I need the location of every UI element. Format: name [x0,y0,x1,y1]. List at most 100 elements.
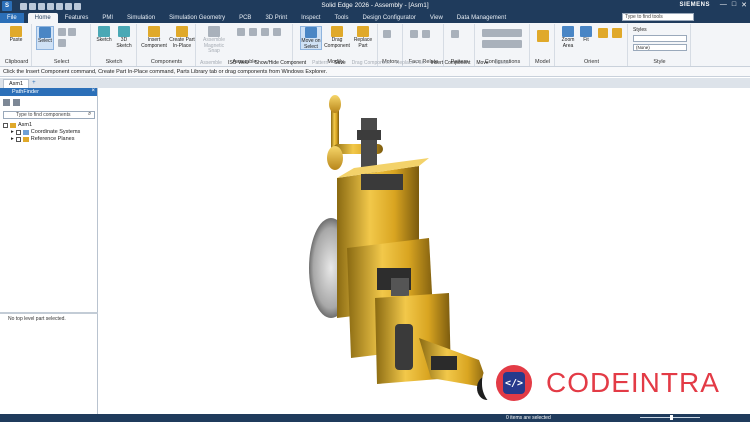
sketch-group-label: Sketch [105,59,123,65]
tab-pmi[interactable]: PMI [95,13,120,23]
tree-item-asm1[interactable]: Asm1 [3,122,80,129]
new-icon[interactable] [20,2,27,10]
pathfinder-divider[interactable] [0,312,98,314]
mate-icon[interactable] [249,28,257,36]
tab-view[interactable]: View [423,13,450,23]
pathfinder-panel: PathFinder × Type to find components ⌕ A… [0,88,98,414]
pattern-icon[interactable] [451,30,459,38]
print-icon[interactable] [47,2,54,10]
tree-item-reference-planes[interactable]: ▸ Reference Planes [3,136,80,143]
expand-icon[interactable]: ▸ [11,136,14,143]
select-box-icon[interactable] [58,39,66,47]
tree-item-label: Asm1 [18,122,33,128]
handle-part[interactable] [327,95,383,174]
iso-view-icon[interactable] [598,28,608,38]
save-icon[interactable] [38,2,45,10]
magnetic-snap-button[interactable]: Assemble Magnetic Snap [199,26,229,55]
insert-component-icon [148,26,160,37]
filter-icon[interactable] [13,99,20,106]
motor-icon[interactable] [383,30,391,38]
magnet-icon [208,26,220,37]
insert-component-button[interactable]: Insert Component [140,26,168,49]
cmd-replace-part[interactable]: Replace Part [396,60,425,66]
create-part-in-place-button[interactable]: Create Part In-Place [168,26,196,49]
cmd-insert-component[interactable]: Insert Component [431,60,471,66]
zoom-area-button[interactable]: Zoom Area [558,26,578,49]
tab-tools[interactable]: Tools [327,13,355,23]
face-relate-icon[interactable] [410,30,418,38]
sketch-button[interactable]: Sketch [94,26,114,44]
select-button[interactable]: Select [36,26,54,50]
checkbox-icon[interactable] [15,130,21,135]
tab-inspect[interactable]: Inspect [294,13,327,23]
style-group-label: Style [653,59,666,65]
tab-simulation-geometry[interactable]: Simulation Geometry [162,13,232,23]
view-cube-icon[interactable] [612,28,622,38]
tab-3d-print[interactable]: 3D Print [258,13,294,23]
insert-icon[interactable] [273,28,281,36]
quick-access-toolbar [20,2,81,10]
align-icon[interactable] [261,28,269,36]
cmd-delete[interactable]: Delete [495,60,509,66]
paste-icon [10,26,22,37]
cmd-iso-view[interactable]: ISO View [228,60,249,66]
configuration-dropdown[interactable] [482,29,522,37]
select-filter-icon[interactable] [68,28,76,36]
cmd-show-hide[interactable]: Show/Hide Component [255,60,306,66]
customize-icon[interactable] [74,2,81,10]
group-model: Model [531,24,555,66]
tab-pcb[interactable]: PCB [232,13,258,23]
move-on-select-icon [305,27,317,38]
checkbox-icon[interactable] [15,137,21,142]
open-icon[interactable] [29,2,36,10]
tab-file[interactable]: File [0,13,24,23]
tab-home[interactable]: Home [27,13,58,23]
search-icon[interactable]: ⌕ [88,111,91,118]
face-move-icon[interactable] [422,30,430,38]
tab-simulation[interactable]: Simulation [120,13,162,23]
close-button[interactable]: ✕ [741,1,747,9]
3d-sketch-button[interactable]: 3D Sketch [114,26,134,49]
cmd-pattern[interactable]: Pattern [312,60,328,66]
fit-button[interactable]: Fit [578,26,594,44]
insert-component-label: Insert Component [141,37,167,49]
group-clipboard: Paste Clipboard [2,24,32,66]
tab-design-configurator[interactable]: Design Configurator [356,13,423,23]
doc-tab-asm1[interactable]: Asm1 [3,78,30,88]
style-dropdown[interactable] [633,35,687,42]
zoom-slider-knob[interactable] [670,415,673,420]
paste-button[interactable]: Paste [6,26,26,44]
model-icon[interactable] [537,30,549,42]
tree-view-icon[interactable] [3,99,10,106]
display-configuration-dropdown[interactable] [482,40,522,48]
checkbox-icon[interactable] [3,123,8,128]
close-icon[interactable]: × [91,88,95,94]
cmd-save[interactable]: Save [334,60,345,66]
tab-data-management[interactable]: Data Management [450,13,513,23]
pathfinder-title: PathFinder [0,88,97,96]
components-group-label: Components [150,59,183,65]
add-tab-icon[interactable]: + [32,80,36,86]
style-value-dropdown[interactable]: (None) [633,44,687,51]
maximize-button[interactable]: □ [732,1,736,9]
minimize-button[interactable]: — [720,1,727,9]
replace-part-button[interactable]: Replace Part [350,26,376,49]
cmd-assemble[interactable]: Assemble [200,60,222,66]
move-on-select-button[interactable]: Move on Select [300,26,322,50]
find-tools-input[interactable]: Type to find tools [622,13,694,21]
undo-icon[interactable] [56,2,63,10]
expand-icon[interactable]: ▸ [11,129,14,136]
relate-icon[interactable] [237,28,245,36]
redo-icon[interactable] [65,2,72,10]
tree-item-coordinate-systems[interactable]: ▸ Coordinate Systems [3,129,80,136]
drag-component-button[interactable]: Drag Component [324,26,350,49]
pathfinder-search-input[interactable]: Type to find components [3,111,95,119]
cmd-drag-component[interactable]: Drag Component [352,60,390,66]
group-style: Styles (None) Style [629,24,691,66]
document-tabs: Asm1 + [0,78,750,88]
code-brackets-icon: </> [503,372,525,394]
assembly-icon [10,123,16,128]
cmd-move[interactable]: Move [476,60,488,66]
tab-features[interactable]: Features [58,13,96,23]
select-tool-icon[interactable] [58,28,66,36]
